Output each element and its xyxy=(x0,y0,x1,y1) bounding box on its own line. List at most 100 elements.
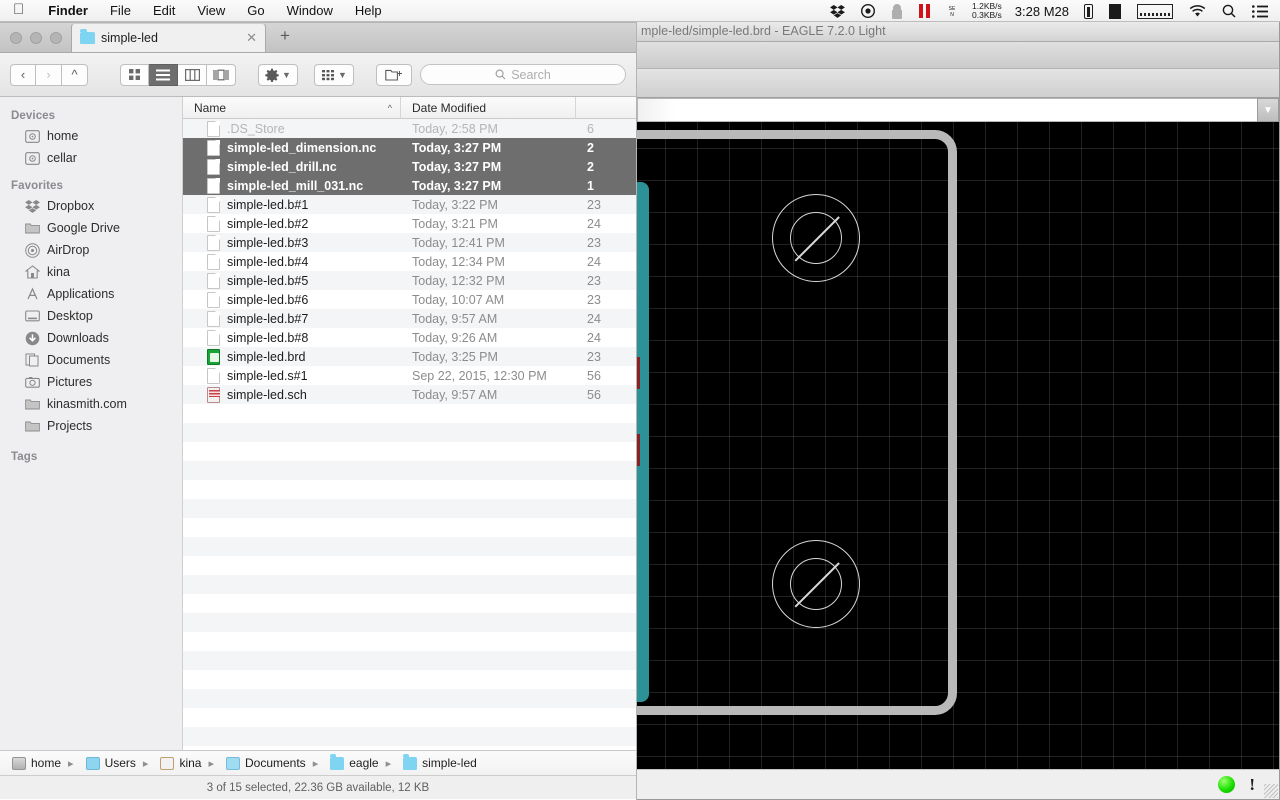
menu-item-file[interactable]: File xyxy=(99,3,142,18)
dropbox-icon[interactable] xyxy=(822,0,853,22)
black-box-icon[interactable] xyxy=(1101,0,1129,22)
chevron-down-icon[interactable]: ▼ xyxy=(1257,98,1279,122)
window-resize-grip[interactable] xyxy=(1264,784,1278,798)
finder-tab[interactable]: simple-led ✕ xyxy=(71,23,266,52)
file-date-cell: Today, 9:26 AM xyxy=(412,330,498,345)
search-input[interactable]: Search xyxy=(420,64,626,85)
menu-bar-clock[interactable]: 3:28 M28 xyxy=(1008,4,1076,19)
menu-item-edit[interactable]: Edit xyxy=(142,3,186,18)
sidebar-item-pictures[interactable]: Pictures xyxy=(0,371,182,393)
table-row[interactable]: simple-led.b#7 Today, 9:57 AM 24 xyxy=(183,309,636,328)
table-row[interactable]: simple-led.b#2 Today, 3:21 PM 24 xyxy=(183,214,636,233)
eagle-toolbar-second[interactable] xyxy=(637,69,1279,98)
apple-logo-icon[interactable]:  xyxy=(0,1,37,20)
breadcrumb-item-home[interactable]: home xyxy=(12,756,61,770)
list-view-button[interactable] xyxy=(149,63,178,86)
eagle-window-title: mple-led/simple-led.brd - EAGLE 7.2.0 Li… xyxy=(641,23,886,38)
icon-view-button[interactable] xyxy=(120,63,149,86)
table-row[interactable]: simple-led.b#4 Today, 12:34 PM 24 xyxy=(183,252,636,271)
sidebar-item-cellar[interactable]: cellar xyxy=(0,147,182,169)
close-icon[interactable]: ✕ xyxy=(246,30,257,46)
sidebar-item-airdrop[interactable]: AirDrop xyxy=(0,239,182,261)
battery-icon[interactable] xyxy=(1076,0,1101,22)
sidebar-item-kina[interactable]: kina xyxy=(0,261,182,283)
search-icon[interactable] xyxy=(1214,0,1244,22)
up-button[interactable]: ^ xyxy=(62,63,88,86)
network-speed-indicator[interactable]: 1.2KB/s 0.3KB/s xyxy=(966,2,1008,20)
table-row[interactable]: simple-led.s#1 Sep 22, 2015, 12:30 PM 56 xyxy=(183,366,636,385)
zoom-window-button[interactable] xyxy=(50,32,62,44)
column-header-size[interactable] xyxy=(576,97,636,119)
table-row[interactable]: .DS_Store Today, 2:58 PM 6 xyxy=(183,119,636,138)
new-folder-button[interactable] xyxy=(376,63,412,86)
file-size-cell: 1 xyxy=(587,178,594,193)
breadcrumb-item-users[interactable]: Users xyxy=(61,756,136,770)
menu-item-help[interactable]: Help xyxy=(344,3,393,18)
sidebar-item-google-drive[interactable]: Google Drive xyxy=(0,217,182,239)
table-row[interactable]: simple-led.b#8 Today, 9:26 AM 24 xyxy=(183,328,636,347)
sidebar-item-projects[interactable]: Projects xyxy=(0,415,182,437)
eagle-window[interactable]: mple-led/simple-led.brd - EAGLE 7.2.0 Li… xyxy=(636,20,1280,800)
back-button[interactable]: ‹ xyxy=(10,63,36,86)
table-row[interactable]: simple-led.brd Today, 3:25 PM 23 xyxy=(183,347,636,366)
plus-icon[interactable]: + xyxy=(266,26,304,52)
sidebar-item-home[interactable]: home xyxy=(0,125,182,147)
menu-item-view[interactable]: View xyxy=(186,3,236,18)
forward-button[interactable]: › xyxy=(36,63,62,86)
empty-row xyxy=(183,575,636,594)
wifi-icon[interactable] xyxy=(1181,0,1214,22)
pause-icon[interactable] xyxy=(911,0,938,22)
menu-item-window[interactable]: Window xyxy=(276,3,344,18)
table-row[interactable]: simple-led.b#6 Today, 10:07 AM 23 xyxy=(183,290,636,309)
sidebar-item-kinasmith-com[interactable]: kinasmith.com xyxy=(0,393,182,415)
breadcrumb-label: eagle xyxy=(349,756,379,770)
column-header-date-modified[interactable]: Date Modified xyxy=(401,97,576,119)
file-size-cell: 2 xyxy=(587,159,594,174)
action-menu-button[interactable]: ▼ xyxy=(258,63,298,86)
notification-center-icon[interactable] xyxy=(1244,0,1280,22)
table-row[interactable]: simple-led_dimension.nc Today, 3:27 PM 2 xyxy=(183,138,636,157)
table-row[interactable]: simple-led_drill.nc Today, 3:27 PM 2 xyxy=(183,157,636,176)
breadcrumb-item-documents[interactable]: Documents xyxy=(201,756,306,770)
sidebar-item-downloads[interactable]: Downloads xyxy=(0,327,182,349)
record-circle-icon[interactable] xyxy=(853,0,883,22)
eagle-toolbar-top[interactable] xyxy=(637,42,1279,69)
coverflow-view-button[interactable] xyxy=(207,63,236,86)
activity-graph-icon[interactable] xyxy=(1129,0,1181,22)
table-row[interactable]: simple-led.sch Today, 9:57 AM 56 xyxy=(183,385,636,404)
minimize-window-button[interactable] xyxy=(30,32,42,44)
column-view-button[interactable] xyxy=(178,63,207,86)
menu-item-go[interactable]: Go xyxy=(236,3,275,18)
sidebar-item-dropbox[interactable]: Dropbox xyxy=(0,195,182,217)
file-name-label: simple-led.b#5 xyxy=(227,273,309,288)
sidebar-item-documents[interactable]: Documents xyxy=(0,349,182,371)
eagle-board-canvas[interactable] xyxy=(637,122,1279,777)
breadcrumb-item-eagle[interactable]: eagle xyxy=(306,753,379,770)
sidebar-item-desktop[interactable]: Desktop xyxy=(0,305,182,327)
column-header-name[interactable]: Name ^ xyxy=(183,97,401,119)
finder-window[interactable]: simple-led ✕ + ‹ › ^ ▼ ▼ Search Devices … xyxy=(0,22,637,800)
file-size-cell: 6 xyxy=(587,121,594,136)
table-row[interactable]: simple-led.b#5 Today, 12:32 PM 23 xyxy=(183,271,636,290)
eagle-command-input[interactable] xyxy=(637,98,1257,122)
document-icon xyxy=(207,139,220,156)
file-list[interactable]: Name ^ Date Modified .DS_Store Today, 2:5… xyxy=(183,97,636,750)
sidebar-item-applications[interactable]: Applications xyxy=(0,283,182,305)
table-row[interactable]: simple-led_mill_031.nc Today, 3:27 PM 1 xyxy=(183,176,636,195)
text-widget-icon[interactable]: SE N xyxy=(938,0,966,22)
sidebar-heading-tags: Tags xyxy=(11,451,38,463)
file-name-cell: simple-led.b#1 xyxy=(183,196,401,213)
file-name-cell: simple-led.b#7 xyxy=(183,310,401,327)
eagle-titlebar[interactable]: mple-led/simple-led.brd - EAGLE 7.2.0 Li… xyxy=(637,20,1279,42)
sidebar-item-label: Pictures xyxy=(47,375,93,389)
arrange-menu-button[interactable]: ▼ xyxy=(314,63,354,86)
green-status-led-icon xyxy=(1218,776,1236,793)
exclamation-icon: ! xyxy=(1249,774,1255,794)
breadcrumb-item-simple-led[interactable]: simple-led xyxy=(379,753,477,770)
table-row[interactable]: simple-led.b#3 Today, 12:41 PM 23 xyxy=(183,233,636,252)
breadcrumb-item-kina[interactable]: kina xyxy=(136,756,201,770)
lock-icon[interactable] xyxy=(883,0,911,22)
close-window-button[interactable] xyxy=(10,32,22,44)
menu-item-finder[interactable]: Finder xyxy=(37,3,99,18)
table-row[interactable]: simple-led.b#1 Today, 3:22 PM 23 xyxy=(183,195,636,214)
